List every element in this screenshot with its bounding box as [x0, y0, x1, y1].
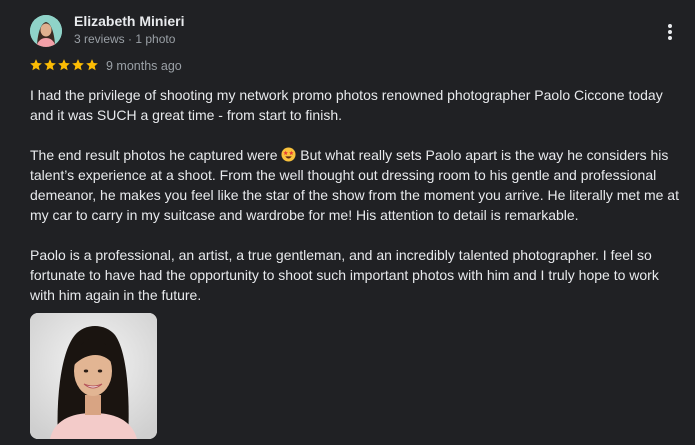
- more-vert-icon: [668, 24, 672, 40]
- star-struck-emoji: [281, 147, 296, 162]
- reviewer-meta: 3 reviews · 1 photo: [74, 32, 176, 46]
- review-paragraph: The end result photos he captured were B…: [30, 145, 680, 225]
- review-date: 9 months ago: [106, 59, 182, 73]
- star-icon: [30, 59, 42, 71]
- review-paragraph: I had the privilege of shooting my netwo…: [30, 87, 663, 123]
- review-paragraph: Paolo is a professional, an artist, a tr…: [30, 247, 659, 303]
- star-icon: [44, 59, 56, 71]
- star-icon: [86, 59, 98, 71]
- review-text-segment: The end result photos he captured were: [30, 147, 282, 163]
- star-icon: [58, 59, 70, 71]
- star-icon: [72, 59, 84, 71]
- reviewer-name[interactable]: Elizabeth Minieri: [74, 13, 184, 29]
- star-rating: [29, 58, 99, 72]
- review-text: I had the privilege of shooting my netwo…: [30, 85, 680, 325]
- more-options-button[interactable]: [656, 18, 684, 46]
- review-photo[interactable]: [30, 313, 157, 439]
- reviewer-avatar[interactable]: [30, 15, 62, 47]
- review-card: Elizabeth Minieri 3 reviews · 1 photo 9 …: [0, 0, 695, 445]
